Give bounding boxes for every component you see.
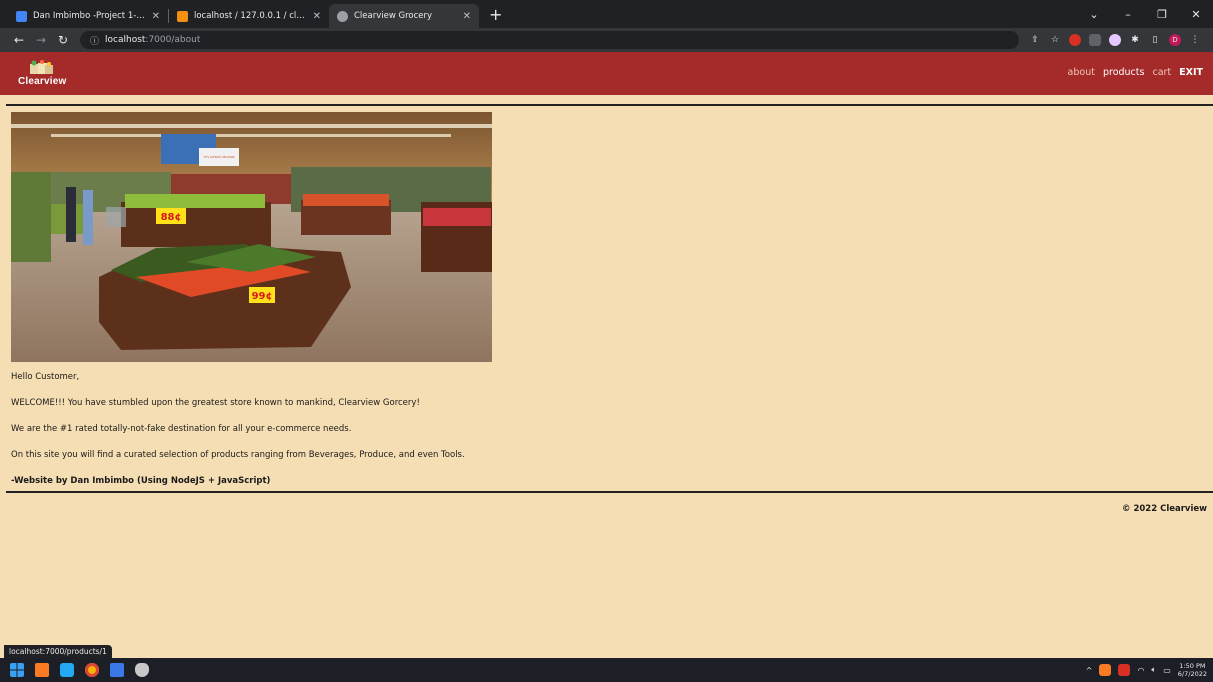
forward-icon[interactable]: → — [30, 33, 52, 47]
browser-tab-clearview[interactable]: Clearview Grocery ✕ — [329, 4, 479, 28]
new-tab-button[interactable]: + — [489, 5, 502, 24]
nav-cart[interactable]: cart — [1152, 67, 1171, 78]
close-window-icon[interactable]: ✕ — [1179, 8, 1213, 21]
extension-circle-icon[interactable] — [1109, 34, 1121, 46]
nav-about[interactable]: about — [1068, 67, 1095, 78]
logo-text: Clearview — [18, 76, 67, 87]
grocery-store-photo: IT'S CITRUS SEASON 88¢ 99¢ — [11, 112, 492, 362]
price-sign-b: 99¢ — [252, 291, 273, 302]
battery-icon[interactable]: ▭ — [1163, 666, 1171, 675]
copyright-text: © 2022 Clearview — [1122, 504, 1207, 514]
tray-app-icon[interactable] — [1118, 664, 1131, 676]
system-tray: ^ ◠ 🔈︎ ▭ 1:50 PM 6/7/2022 — [1086, 658, 1207, 682]
header-divider — [6, 104, 1213, 106]
extensions-puzzle-icon[interactable]: ✱ — [1129, 34, 1141, 46]
menu-kebab-icon[interactable]: ⋮ — [1189, 34, 1201, 46]
globe-favicon-icon — [337, 10, 348, 22]
extension-red-icon[interactable] — [1069, 34, 1081, 46]
clock-time: 1:50 PM — [1179, 662, 1206, 670]
main-nav: about products cart EXIT — [1068, 67, 1203, 78]
site-info-icon[interactable]: ⓘ — [90, 34, 99, 47]
tab-title: Clearview Grocery — [354, 11, 433, 21]
store-sign-citrus: IT'S CITRUS SEASON — [204, 155, 235, 159]
site-header: Clearview about products cart EXIT — [0, 52, 1213, 95]
minimize-icon[interactable]: – — [1111, 8, 1145, 21]
price-sign-a: 88¢ — [161, 212, 182, 223]
address-host: localhost — [105, 35, 146, 45]
windows-start-icon[interactable] — [10, 663, 24, 677]
status-bar-url: localhost:7000/products/1 — [4, 645, 112, 659]
docs-favicon-icon — [16, 10, 27, 22]
tab-title: localhost / 127.0.0.1 / clearviewd — [194, 11, 307, 21]
logo[interactable]: Clearview — [18, 60, 74, 90]
volume-icon[interactable]: 🔈︎ — [1151, 665, 1156, 675]
footer-divider — [6, 491, 1213, 493]
taskbar-clock[interactable]: 1:50 PM 6/7/2022 — [1178, 662, 1207, 678]
nav-products[interactable]: products — [1103, 67, 1145, 78]
share-icon[interactable]: ⇪ — [1029, 34, 1041, 46]
reload-icon[interactable]: ↻ — [52, 33, 74, 47]
welcome-text: WELCOME!!! You have stumbled upon the gr… — [11, 398, 420, 408]
vscode-icon[interactable] — [60, 663, 74, 677]
tray-xampp-icon[interactable] — [1099, 664, 1112, 676]
fox-app-icon[interactable] — [135, 663, 149, 677]
close-tab-icon[interactable]: ✕ — [463, 11, 471, 22]
window-controls: ⌄ – ❐ ✕ — [1077, 0, 1213, 28]
side-panel-icon[interactable]: ▯ — [1149, 34, 1161, 46]
profile-avatar[interactable]: D — [1169, 34, 1181, 46]
extension-icons: ⇪ ☆ ✱ ▯ D ⋮ — [1029, 34, 1201, 46]
chrome-icon[interactable] — [85, 663, 99, 677]
extension-gray-icon[interactable] — [1089, 34, 1101, 46]
rating-text: We are the #1 rated totally-not-fake des… — [11, 424, 352, 434]
browser-tab-report[interactable]: Dan Imbimbo -Project 1- Report ✕ — [8, 4, 168, 28]
wifi-icon[interactable]: ◠ — [1137, 666, 1144, 675]
browser-toolbar: ← → ↻ ⓘ localhost:7000/about ⇪ ☆ ✱ ▯ D ⋮ — [0, 28, 1213, 52]
about-content: Hello Customer, WELCOME!!! You have stum… — [11, 372, 711, 502]
selection-text: On this site you will find a curated sel… — [11, 450, 465, 460]
tab-title: Dan Imbimbo -Project 1- Report — [33, 11, 146, 21]
app-icon[interactable] — [110, 663, 124, 677]
close-tab-icon[interactable]: ✕ — [313, 11, 321, 22]
xampp-icon[interactable] — [35, 663, 49, 677]
store-image: IT'S CITRUS SEASON 88¢ 99¢ — [11, 112, 492, 362]
tray-expand-icon[interactable]: ^ — [1086, 666, 1093, 675]
credit-text: -Website by Dan Imbimbo (Using NodeJS + … — [11, 476, 271, 486]
nav-exit[interactable]: EXIT — [1179, 67, 1203, 78]
address-bar[interactable]: ⓘ localhost:7000/about — [80, 31, 1019, 49]
close-tab-icon[interactable]: ✕ — [152, 11, 160, 22]
windows-taskbar: ^ ◠ 🔈︎ ▭ 1:50 PM 6/7/2022 — [0, 658, 1213, 682]
phpmyadmin-favicon-icon — [177, 10, 188, 22]
restore-icon[interactable]: ❐ — [1145, 8, 1179, 21]
clock-date: 6/7/2022 — [1177, 670, 1207, 678]
grocery-bags-icon — [30, 60, 53, 74]
tab-search-icon[interactable]: ⌄ — [1077, 8, 1111, 21]
back-icon[interactable]: ← — [8, 33, 30, 47]
greeting-text: Hello Customer, — [11, 372, 80, 382]
bookmark-star-icon[interactable]: ☆ — [1049, 34, 1061, 46]
browser-tab-strip: Dan Imbimbo -Project 1- Report ✕ localho… — [0, 0, 1213, 28]
address-path: :7000/about — [145, 35, 201, 45]
browser-tab-phpmyadmin[interactable]: localhost / 127.0.0.1 / clearviewd ✕ — [169, 4, 329, 28]
